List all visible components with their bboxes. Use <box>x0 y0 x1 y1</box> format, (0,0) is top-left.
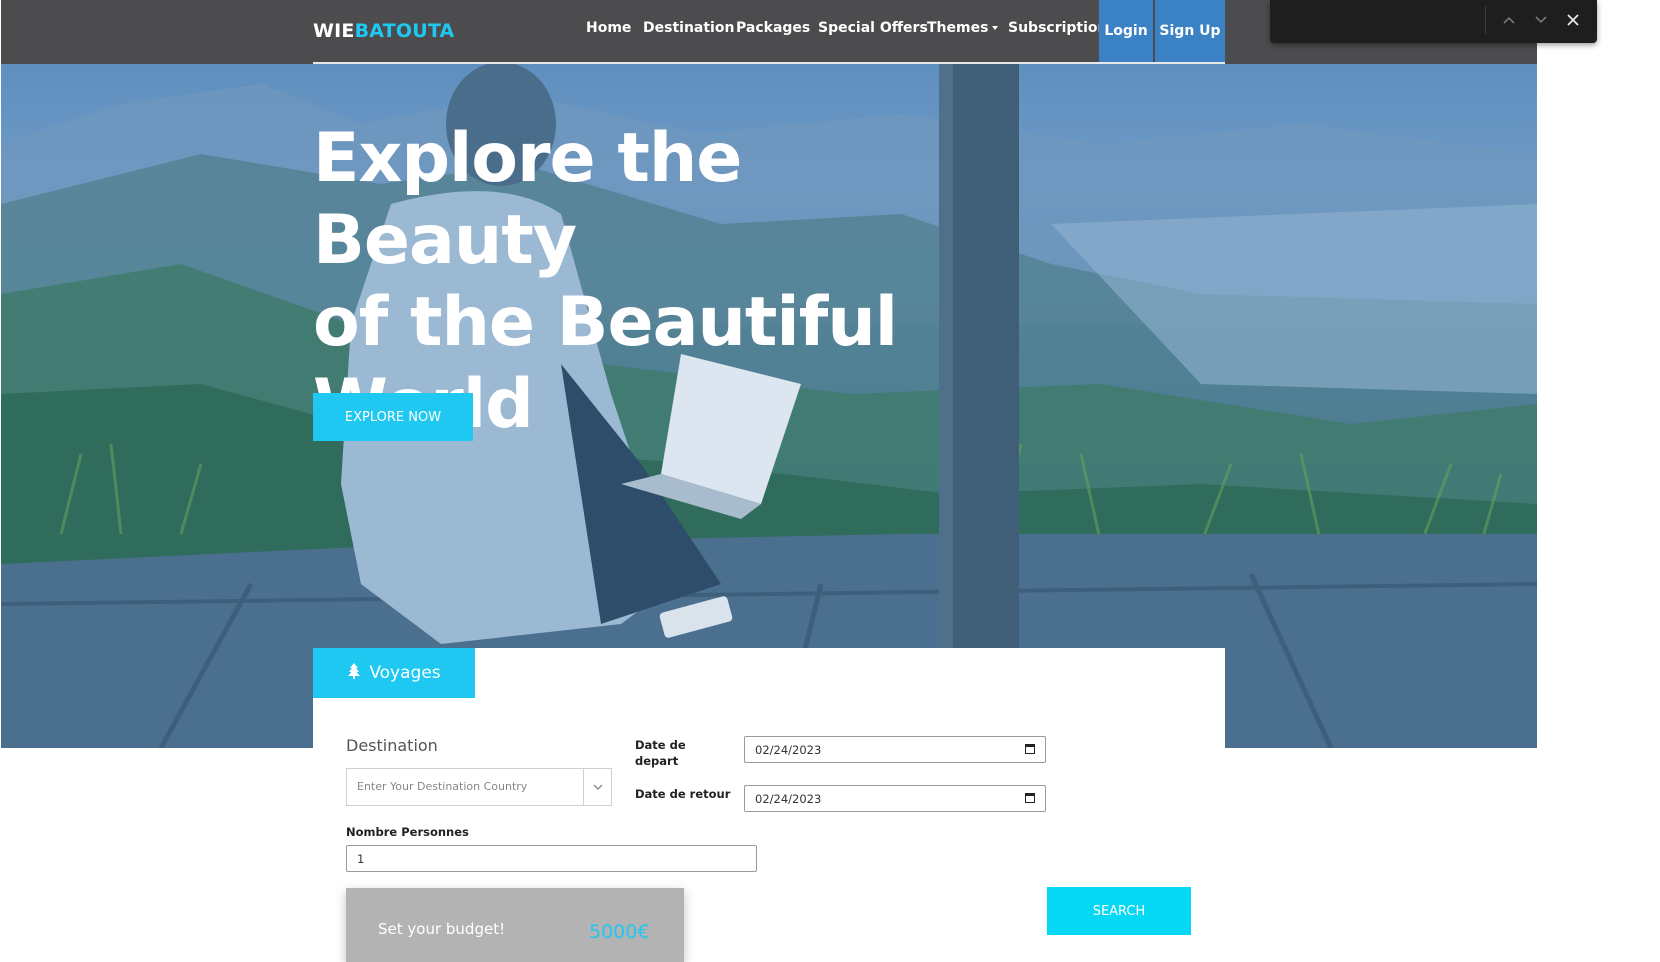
chevron-down-icon[interactable] <box>583 769 611 805</box>
brand-logo[interactable]: WIEBATOUTA <box>313 20 454 42</box>
search-button[interactable]: SEARCH <box>1047 887 1191 935</box>
return-date-label: Date de retour <box>635 787 731 801</box>
calendar-icon[interactable] <box>1025 793 1035 803</box>
headline-line-2: of the Beautiful <box>313 283 898 362</box>
nav-home[interactable]: Home <box>586 20 631 36</box>
navbar-divider <box>313 62 1225 64</box>
return-date-input[interactable]: 02/24/2023 <box>744 785 1046 812</box>
nav-themes-label: Themes <box>927 20 989 36</box>
destination-label: Destination <box>346 736 438 755</box>
brand-part1: WIE <box>313 20 355 42</box>
brand-part2: BATOUTA <box>354 20 455 42</box>
tree-icon <box>347 662 361 684</box>
headline-line-1: Explore the Beauty <box>313 119 742 280</box>
depart-date-value: 02/24/2023 <box>755 743 822 757</box>
depart-label-line-2: depart <box>635 754 679 768</box>
explore-now-button[interactable]: EXPLORE NOW <box>313 393 473 441</box>
chevron-up-icon[interactable] <box>1497 8 1521 32</box>
nav-themes-dropdown[interactable]: Themes <box>927 20 999 36</box>
nav-subscription[interactable]: Subscription <box>1008 20 1108 36</box>
signup-button[interactable]: Sign Up <box>1155 0 1225 62</box>
budget-label: Set your budget! <box>378 920 506 938</box>
nav-packages[interactable]: Packages <box>736 20 810 36</box>
persons-value: 1 <box>357 852 365 866</box>
destination-placeholder: Enter Your Destination Country <box>357 780 528 793</box>
persons-input[interactable]: 1 <box>346 845 757 872</box>
return-date-value: 02/24/2023 <box>755 792 822 806</box>
budget-value: 5000€ <box>589 921 650 943</box>
login-button[interactable]: Login <box>1099 0 1153 62</box>
findbar-separator <box>1485 6 1486 34</box>
chevron-down-icon[interactable] <box>1529 8 1553 32</box>
nav-special-offers[interactable]: Special Offers <box>818 20 928 36</box>
caret-down-icon <box>992 26 999 30</box>
depart-date-input[interactable]: 02/24/2023 <box>744 736 1046 763</box>
depart-date-label: Date de depart <box>635 737 686 769</box>
calendar-icon[interactable] <box>1025 744 1035 754</box>
budget-card[interactable]: Set your budget! 5000€ <box>346 888 684 962</box>
close-icon[interactable] <box>1561 8 1585 32</box>
nav-destination[interactable]: Destination <box>643 20 734 36</box>
destination-select[interactable]: Enter Your Destination Country <box>346 768 612 806</box>
persons-label: Nombre Personnes <box>346 825 469 839</box>
tab-voyages[interactable]: Voyages <box>313 648 475 698</box>
tab-voyages-label: Voyages <box>369 663 441 683</box>
find-toolbar <box>1270 0 1597 43</box>
depart-label-line-1: Date de <box>635 738 686 752</box>
